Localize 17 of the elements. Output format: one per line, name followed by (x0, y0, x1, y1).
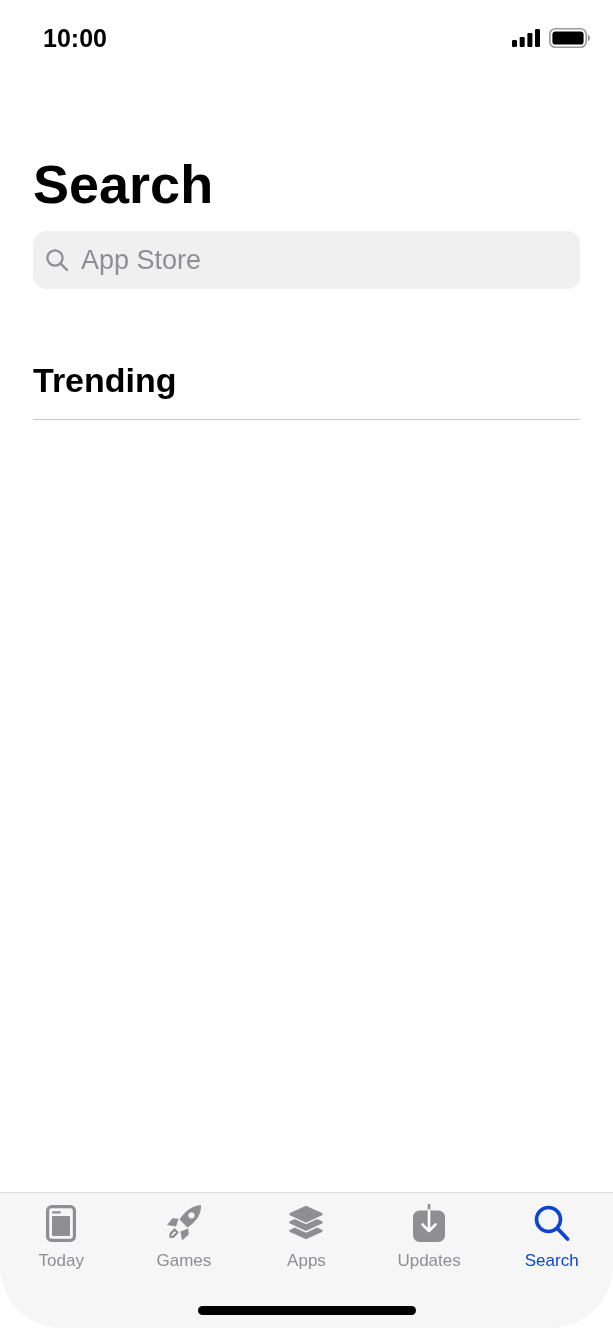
page-title: Search (33, 153, 215, 215)
signal-icon (512, 29, 540, 47)
tab-bar-item[interactable]: Updates (367, 1193, 491, 1271)
status-time: 10:00 (43, 23, 107, 53)
search-icon (46, 249, 68, 271)
tab-bar-item[interactable]: Apps (245, 1193, 368, 1271)
download-icon (413, 1204, 446, 1242)
page-icon (46, 1204, 77, 1242)
rocket-icon (165, 1204, 202, 1242)
tab-bar-item[interactable]: Search (490, 1193, 613, 1271)
search-field[interactable]: App Store (33, 231, 580, 289)
tab-bar-item[interactable]: Games (122, 1193, 246, 1271)
search-icon (533, 1204, 570, 1242)
layers-icon (288, 1205, 325, 1241)
tab-bar-item[interactable]: Today (0, 1193, 123, 1271)
battery-icon (549, 28, 590, 48)
section-heading: Trending (33, 360, 178, 400)
